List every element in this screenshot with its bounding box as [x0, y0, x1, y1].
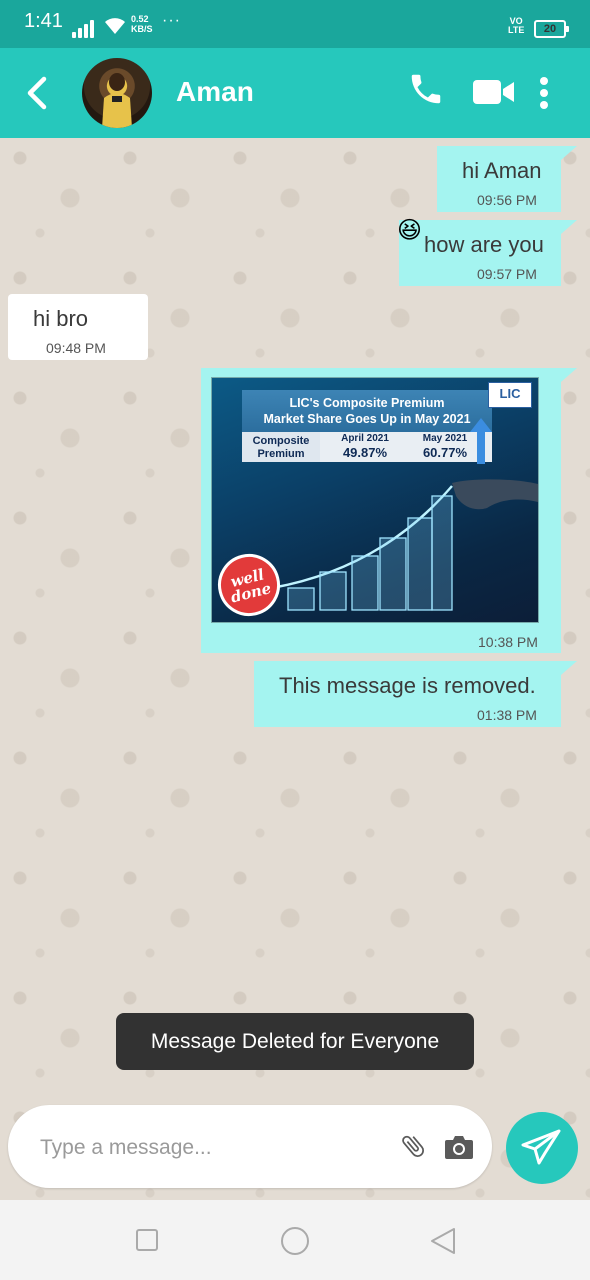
- message-text: how are you: [424, 232, 544, 257]
- toast-notification: Message Deleted for Everyone: [116, 1013, 474, 1070]
- image-col1-value: 49.87%: [342, 445, 388, 460]
- contact-name[interactable]: Aman: [176, 76, 254, 108]
- lic-logo: LIC: [488, 382, 532, 408]
- message-text: hi Aman: [462, 158, 542, 183]
- chat-header: Aman: [0, 48, 590, 138]
- message-bubble-outgoing[interactable]: hi Aman 09:56 PM: [437, 146, 561, 212]
- message-time: 09:57 PM: [477, 266, 537, 282]
- image-title: LIC's Composite Premium Market Share Goe…: [242, 390, 492, 434]
- home-circle-icon[interactable]: [280, 1226, 310, 1256]
- network-speed: 0.52 KB/S: [131, 14, 153, 34]
- battery-level: 20: [543, 23, 557, 35]
- image-col1-header: April 2021: [341, 433, 389, 444]
- bubble-tail: [561, 220, 577, 234]
- image-row-label-line1: Composite: [252, 435, 310, 447]
- volte-line2: LTE: [508, 25, 525, 35]
- back-triangle-icon[interactable]: [430, 1227, 456, 1255]
- image-title-line2: Market Share Goes Up in May 2021: [263, 412, 471, 426]
- message-composer: [8, 1105, 492, 1188]
- avatar[interactable]: [82, 58, 152, 128]
- message-text: hi bro: [33, 306, 89, 331]
- message-time: 01:38 PM: [477, 707, 537, 723]
- message-text: This message is removed.: [279, 673, 536, 698]
- phone-icon[interactable]: [407, 70, 445, 108]
- image-row-label-line2: Premium: [257, 448, 305, 460]
- image-table: Composite Premium April 2021 49.87% May …: [242, 432, 492, 462]
- volte-indicator: VO LTE: [508, 17, 524, 35]
- back-arrow-icon[interactable]: [22, 73, 54, 113]
- send-button[interactable]: [506, 1112, 578, 1184]
- message-time: 09:48 PM: [46, 340, 106, 356]
- attach-icon[interactable]: [399, 1132, 427, 1160]
- message-bubble-outgoing[interactable]: This message is removed. 01:38 PM: [254, 661, 561, 727]
- bubble-tail: [561, 661, 577, 675]
- status-bar: 1:41 0.52 KB/S ··· VO LTE 20: [0, 0, 590, 48]
- camera-icon[interactable]: [444, 1134, 474, 1160]
- signal-icon: [72, 20, 96, 38]
- wifi-icon: [105, 18, 125, 34]
- message-time: 09:56 PM: [477, 192, 537, 208]
- shared-image[interactable]: LIC's Composite Premium Market Share Goe…: [211, 377, 539, 623]
- bubble-tail: [561, 368, 577, 382]
- message-bubble-incoming[interactable]: hi bro 09:48 PM: [8, 294, 148, 360]
- message-time: 10:38 PM: [478, 634, 538, 650]
- system-nav-bar: [0, 1200, 590, 1280]
- video-call-icon[interactable]: [472, 78, 516, 106]
- send-icon: [521, 1129, 561, 1165]
- network-speed-value: 0.52: [131, 14, 149, 24]
- message-bubble-outgoing[interactable]: 😆 how are you 09:57 PM: [397, 217, 561, 286]
- network-speed-unit: KB/S: [131, 24, 153, 34]
- recents-square-icon[interactable]: [135, 1228, 159, 1252]
- more-notifications: ···: [162, 12, 181, 29]
- status-time: 1:41: [24, 10, 63, 32]
- image-title-line1: LIC's Composite Premium: [289, 396, 445, 410]
- bubble-tail: [561, 146, 577, 160]
- laughing-emoji-icon: 😆: [397, 217, 423, 244]
- more-vert-icon[interactable]: [536, 76, 552, 110]
- battery-icon: 20: [534, 20, 569, 38]
- up-arrow-icon: [470, 418, 492, 464]
- message-input[interactable]: [38, 1127, 382, 1169]
